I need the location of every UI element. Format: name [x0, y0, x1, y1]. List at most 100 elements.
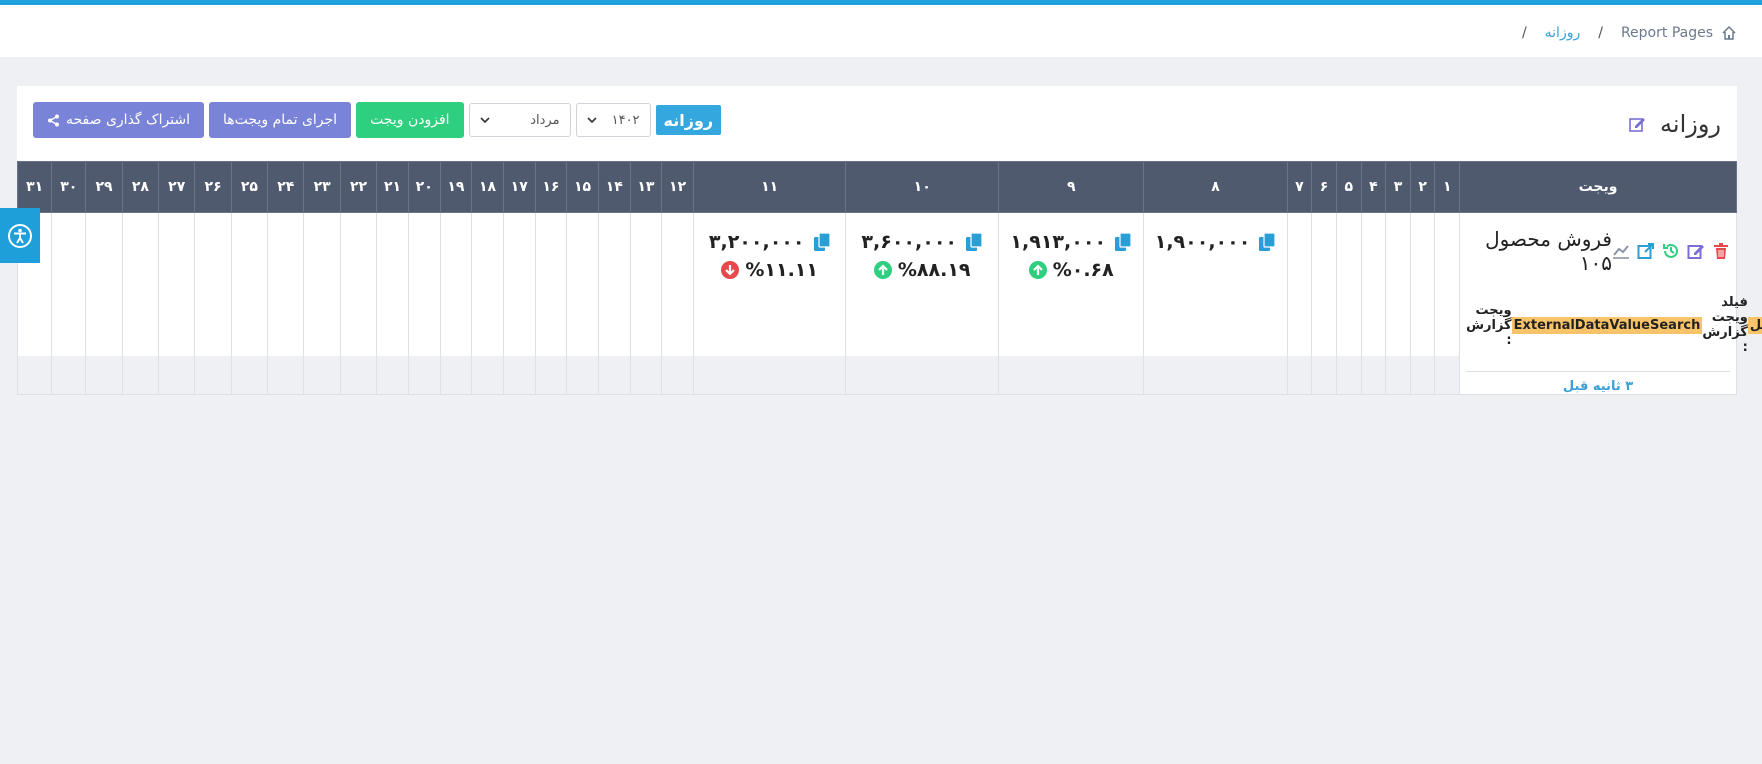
add-widget-button[interactable]: افزودن ویجت [356, 102, 464, 138]
day-value: ۱,۹۰۰,۰۰۰ [1154, 231, 1251, 253]
delete-icon[interactable] [1712, 242, 1730, 260]
col-day: ۴ [1360, 161, 1387, 213]
col-day: ۲۷ [158, 161, 196, 213]
change-line: %۱۱.۱۱ [694, 259, 846, 281]
chevron-down-icon [586, 117, 597, 124]
report-label: ویجت گزارش : [1466, 302, 1512, 348]
breadcrumb: Report Pages / روزانه / [1512, 25, 1737, 41]
col-day: ۱۳ [629, 161, 663, 213]
accessibility-button[interactable] [0, 208, 40, 263]
widget-info: ویجت گزارش : ExternalDataValueSearch فیل… [1466, 295, 1762, 355]
col-day: ۲۹ [85, 161, 123, 213]
col-day: ۱۲ [661, 161, 694, 213]
col-day: ۲۲ [339, 161, 378, 213]
col-day: ۳۱ [16, 161, 53, 213]
copy-icon[interactable] [1114, 232, 1132, 252]
col-day: ۹ [997, 161, 1145, 213]
day-cell-10: ۳,۶۰۰,۰۰۰ %۸۸.۱۹ [845, 212, 999, 395]
month-select[interactable]: مرداد [468, 103, 571, 137]
page-header: Report Pages / روزانه / [0, 5, 1762, 57]
col-day: ۲۳ [303, 161, 341, 213]
year-value: ۱۴۰۲ [611, 112, 640, 128]
report-value: ExternalDataValueSearch [1511, 316, 1703, 334]
share-icon [48, 114, 59, 126]
share-page-label: اشتراک گذاری صفحه [66, 112, 191, 128]
col-day: ۱۰ [845, 161, 999, 213]
col-day: ۱۱ [692, 161, 847, 213]
day-cell [471, 212, 504, 395]
breadcrumb-current[interactable]: روزانه [1545, 25, 1581, 41]
day-cell [267, 212, 305, 395]
day-cell [51, 212, 87, 395]
col-day: ۲۱ [376, 161, 409, 213]
home-icon[interactable] [1721, 25, 1737, 41]
day-cell [376, 212, 409, 395]
day-cell [158, 212, 196, 395]
col-day: ۳۰ [51, 161, 87, 213]
run-all-widgets-button[interactable]: اجرای تمام ویجت‌ها [209, 102, 352, 138]
day-value: ۱,۹۱۳,۰۰۰ [1010, 231, 1107, 253]
col-day: ۶ [1311, 161, 1337, 213]
value-line: ۳,۲۰۰,۰۰۰ [694, 231, 846, 253]
history-icon[interactable] [1662, 242, 1680, 260]
col-day: ۲۶ [194, 161, 232, 213]
value-line: ۳,۶۰۰,۰۰۰ [846, 231, 998, 253]
last-run-time: ۳ ثانیه قبل [1562, 379, 1634, 394]
col-day: ۸ [1143, 161, 1288, 213]
copy-icon[interactable] [965, 232, 983, 252]
day-cell [1286, 212, 1313, 395]
day-cell [566, 212, 599, 395]
col-day: ۱۴ [597, 161, 631, 213]
change-percent: %۱۱.۱۱ [745, 259, 819, 281]
col-day: ۲ [1409, 161, 1436, 213]
col-day: ۲۸ [121, 161, 160, 213]
edit-icon[interactable] [1687, 242, 1705, 260]
col-day: ۱۷ [502, 161, 536, 213]
breadcrumb-trailing-separator: / [1521, 25, 1527, 41]
day-cell [439, 212, 473, 395]
copy-icon[interactable] [813, 232, 831, 252]
day-cell-8: ۱,۹۰۰,۰۰۰ [1143, 212, 1288, 395]
change-line: %۰.۶۸ [999, 259, 1143, 281]
day-cell [502, 212, 536, 395]
col-day: ۲۰ [407, 161, 441, 213]
col-day: ۱ [1434, 161, 1461, 213]
day-cell [1360, 212, 1387, 395]
value-line: ۱,۹۰۰,۰۰۰ [1144, 231, 1286, 253]
col-day: ۲۵ [230, 161, 269, 213]
day-cell [85, 212, 123, 395]
arrow-down-icon [721, 261, 740, 279]
day-cell [230, 212, 269, 395]
breadcrumb-root[interactable]: Report Pages [1621, 25, 1713, 41]
field-value: جمع‌کل [1747, 316, 1762, 334]
external-link-icon[interactable] [1637, 242, 1655, 260]
day-cell [1335, 212, 1362, 395]
accessibility-icon [8, 223, 32, 248]
month-value: مرداد [530, 112, 560, 128]
day-cell [661, 212, 694, 395]
add-widget-label: افزودن ویجت [370, 112, 450, 128]
col-day: ۱۹ [439, 161, 473, 213]
chart-icon[interactable] [1612, 242, 1630, 260]
day-cell [339, 212, 378, 395]
day-cell [1409, 212, 1436, 395]
day-cell [303, 212, 341, 395]
report-card: روزانه اشتراک گذاری صفحه اجرای تمام ویجت… [16, 86, 1762, 395]
change-percent: %۰.۶۸ [1052, 259, 1114, 281]
run-all-label: اجرای تمام ویجت‌ها [223, 112, 338, 128]
day-cell [407, 212, 441, 395]
share-page-button[interactable]: اشتراک گذاری صفحه [33, 102, 205, 138]
page-title: روزانه [1660, 110, 1721, 138]
edit-title-icon[interactable] [1628, 115, 1646, 133]
copy-icon[interactable] [1258, 232, 1276, 252]
year-select[interactable]: ۱۴۰۲ [575, 103, 651, 137]
day-cell [1434, 212, 1461, 395]
widget-cell: فروش محصول ۱۰۵ ویجت گزارش : ExternalData… [1459, 212, 1762, 395]
day-value: ۳,۶۰۰,۰۰۰ [861, 231, 958, 253]
col-day: ۱۸ [471, 161, 504, 213]
table-row: فروش محصول ۱۰۵ ویجت گزارش : ExternalData… [16, 212, 1762, 395]
period-badge: روزانه [655, 105, 722, 135]
arrow-up-icon [873, 261, 892, 279]
day-cell-9: ۱,۹۱۳,۰۰۰ %۰.۶۸ [997, 212, 1145, 395]
toolbar: اشتراک گذاری صفحه اجرای تمام ویجت‌ها افز… [33, 102, 722, 138]
